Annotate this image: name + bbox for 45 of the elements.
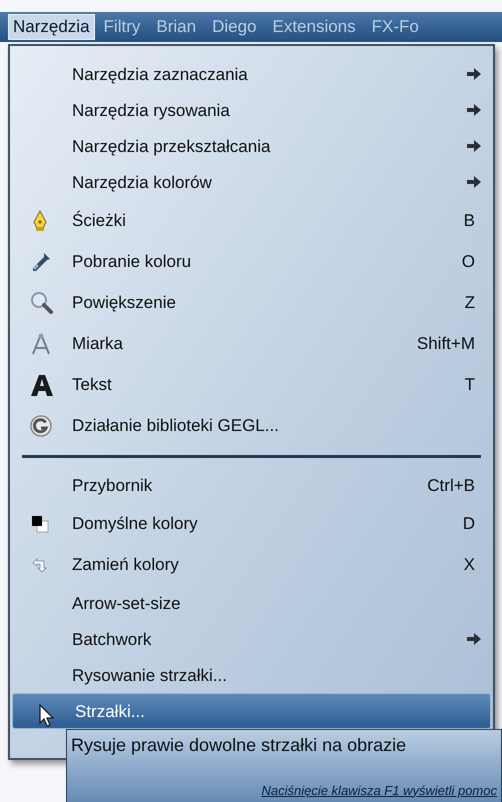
shortcut-label: T <box>464 376 475 393</box>
menu-item[interactable]: Powiększenie Z <box>10 282 493 323</box>
tooltip-text: Rysuje prawie dowolne strzałki na obrazie <box>71 734 408 757</box>
shortcut-label: Z <box>464 294 475 311</box>
menu-bar-item[interactable]: Narzędzia <box>8 14 95 40</box>
eyedropper-icon <box>30 250 52 272</box>
shortcut-label: B <box>464 212 475 229</box>
menu-bar-item[interactable]: Brian <box>149 14 204 40</box>
menu-item[interactable]: Zamień kolory X <box>10 544 493 585</box>
tooltip-hint: Naciśnięcie klawisza F1 wyświetli pomoc <box>261 782 497 800</box>
shortcut-label: X <box>464 556 475 573</box>
menu-bar-item[interactable]: FX-Fo <box>364 14 426 40</box>
circled-g-icon <box>30 414 52 436</box>
shortcut-label: O <box>462 253 475 270</box>
menu-item[interactable]: Działanie biblioteki GEGL... <box>10 405 493 446</box>
menu-item[interactable]: Narzędzia kolorów <box>10 164 493 200</box>
color-swatches-icon <box>30 514 50 534</box>
letter-a-icon <box>30 372 54 396</box>
menu-item[interactable]: Narzędzia rysowania <box>10 92 493 128</box>
menu-bar-item[interactable]: Diego <box>205 14 264 40</box>
menu-bar-item[interactable]: Extensions <box>265 14 363 40</box>
menu-item[interactable]: Pobranie koloru O <box>10 241 493 282</box>
menu-item[interactable]: Arrow-set-size <box>10 585 493 621</box>
mouse-pointer-icon <box>39 704 55 728</box>
menu-item[interactable]: Ścieżki B <box>10 200 493 241</box>
menu-item[interactable]: Batchwork <box>10 621 493 657</box>
shortcut-label: Shift+M <box>416 335 475 352</box>
menu-item[interactable]: Strzałki... <box>12 693 491 729</box>
menu-item[interactable]: Narzędzia zaznaczania <box>10 56 493 92</box>
submenu-arrow-icon <box>467 140 481 152</box>
menu-item[interactable]: Przybornik Ctrl+B <box>10 467 493 503</box>
menu-item[interactable]: Domyślne kolory D <box>10 503 493 544</box>
shortcut-label: D <box>462 515 475 532</box>
shortcut-label: Ctrl+B <box>427 476 475 494</box>
compass-icon <box>30 332 52 356</box>
submenu-arrow-icon <box>467 68 481 80</box>
menu-bar-item[interactable]: Filtry <box>96 14 148 40</box>
menu-item[interactable]: Narzędzia przekształcania <box>10 128 493 164</box>
menu-item[interactable]: Rysowanie strzałki... <box>10 657 493 693</box>
menu-item[interactable]: Miarka Shift+M <box>10 323 493 364</box>
submenu-arrow-icon <box>467 176 481 188</box>
submenu-arrow-icon <box>467 104 481 116</box>
menu-item[interactable]: Tekst T <box>10 364 493 405</box>
submenu-arrow-icon <box>467 633 481 645</box>
magnifier-icon <box>30 290 54 314</box>
